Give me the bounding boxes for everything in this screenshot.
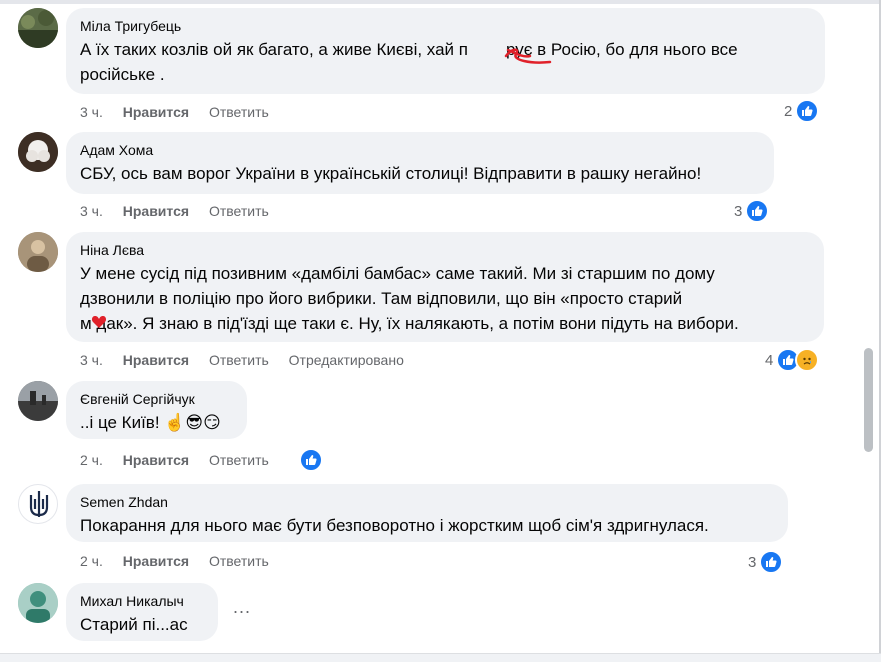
avatar[interactable]	[18, 8, 58, 48]
reaction-summary[interactable]: 4	[765, 348, 820, 372]
comment-meta: 3 ч. Нравится Ответить	[80, 104, 285, 120]
comment-time[interactable]: 2 ч.	[80, 452, 103, 468]
like-reaction-icon	[299, 448, 323, 472]
reaction-count: 2	[784, 102, 793, 120]
comment-bubble: Міла Тригубець А їх таких козлів ой як б…	[66, 8, 825, 94]
like-link[interactable]: Нравится	[123, 203, 189, 219]
comment-bubble: Semen Zhdan Покарання для нього має бути…	[66, 484, 788, 542]
reply-link[interactable]: Ответить	[209, 352, 269, 368]
comment-meta: 3 ч. Нравится Ответить	[80, 203, 285, 219]
landscape-photo-icon	[18, 381, 58, 421]
comment-bubble: Адам Хома СБУ, ось вам ворог України в у…	[66, 132, 774, 194]
more-options-button[interactable]: ...	[233, 597, 251, 618]
comment-time[interactable]: 3 ч.	[80, 104, 103, 120]
comment-author[interactable]: Ніна Лєва	[80, 241, 810, 259]
sad-reaction-icon	[795, 348, 820, 372]
like-reaction-icon	[795, 99, 820, 123]
comment-author[interactable]: Михал Никалыч	[80, 592, 204, 610]
comment-time[interactable]: 3 ч.	[80, 352, 103, 368]
comment-text: Старий пі...ас	[80, 615, 188, 634]
comment-text: Покарання для нього має бути безповоротн…	[80, 516, 709, 535]
scrollbar-thumb[interactable]	[864, 348, 873, 452]
flower-photo-icon	[18, 132, 58, 172]
avatar[interactable]	[18, 132, 58, 172]
reply-link[interactable]: Ответить	[209, 203, 269, 219]
comment-text: ..і це Київ! ☝️😎😏	[80, 413, 221, 432]
window-top-border	[0, 0, 881, 4]
comment-text: А їх таких козлів ой як багато, а живе К…	[80, 40, 738, 84]
avatar[interactable]	[18, 381, 58, 421]
reaction-count: 3	[748, 553, 757, 571]
comment-author[interactable]: Євгеній Сергійчук	[80, 390, 233, 408]
comment-meta: 2 ч. Нравится Ответить	[80, 452, 285, 468]
like-link[interactable]: Нравится	[123, 104, 189, 120]
reaction-summary[interactable]: 3	[734, 199, 770, 223]
comment-bubble: Ніна Лєва У мене сусід під позивним «дам…	[66, 232, 824, 342]
comment-text: СБУ, ось вам ворог України в українській…	[80, 164, 702, 183]
comment-meta: 3 ч. Нравится Ответить Отредактировано	[80, 352, 420, 368]
comment-author[interactable]: Semen Zhdan	[80, 493, 774, 511]
avatar[interactable]	[18, 583, 58, 623]
comment-bubble: Михал Никалыч Старий пі...ас	[66, 583, 218, 641]
comment-text: У мене сусід під позивним «дамбілі бамба…	[80, 264, 739, 333]
reaction-summary[interactable]	[299, 448, 323, 472]
comment-author[interactable]: Міла Тригубець	[80, 17, 811, 35]
reaction-count: 4	[765, 351, 774, 369]
like-link[interactable]: Нравится	[123, 452, 189, 468]
reply-link[interactable]: Ответить	[209, 452, 269, 468]
medic-photo-icon	[18, 583, 58, 623]
like-link[interactable]: Нравится	[123, 352, 189, 368]
like-reaction-icon	[759, 550, 784, 574]
trident-emblem-icon	[29, 491, 49, 517]
comment-author[interactable]: Адам Хома	[80, 141, 760, 159]
red-scribble-mark	[504, 48, 552, 64]
window-bottom-edge	[0, 653, 881, 662]
forest-photo-icon	[18, 8, 58, 48]
edited-label[interactable]: Отредактировано	[289, 352, 404, 368]
comment-meta: 2 ч. Нравится Ответить	[80, 553, 285, 569]
red-heart-mark	[91, 316, 107, 328]
portrait-photo-icon	[18, 232, 58, 272]
avatar[interactable]	[18, 484, 58, 524]
reaction-summary[interactable]: 2	[784, 99, 820, 123]
reaction-summary[interactable]: 3	[748, 550, 784, 574]
comment-time[interactable]: 3 ч.	[80, 203, 103, 219]
avatar[interactable]	[18, 232, 58, 272]
reply-link[interactable]: Ответить	[209, 104, 269, 120]
like-link[interactable]: Нравится	[123, 553, 189, 569]
like-reaction-icon	[745, 199, 770, 223]
comment-bubble: Євгеній Сергійчук ..і це Київ! ☝️😎😏	[66, 381, 247, 439]
reaction-count: 3	[734, 202, 743, 220]
reply-link[interactable]: Ответить	[209, 553, 269, 569]
comment-time[interactable]: 2 ч.	[80, 553, 103, 569]
